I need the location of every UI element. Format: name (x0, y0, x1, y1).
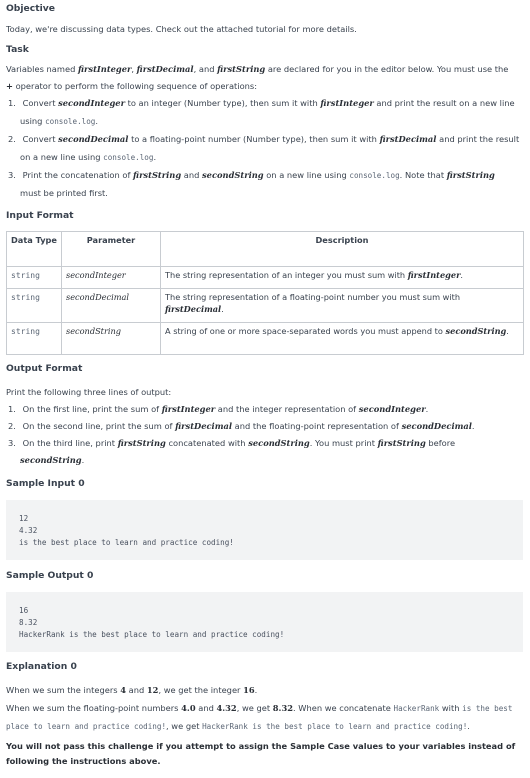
cell-parameter: secondDecimal (61, 288, 161, 323)
cell-type: string (6, 266, 62, 289)
cell-description: The string representation of a floating-… (160, 288, 524, 323)
task-step-3-cont: must be printed first. (20, 188, 108, 198)
task-intro: Variables named firstInteger, firstDecim… (6, 64, 509, 74)
sample-input-heading: Sample Input 0 (6, 478, 85, 489)
output-item-1: 1. On the first line, print the sum of f… (8, 404, 429, 414)
task-step-2: 2. Convert secondDecimal to a floating-p… (8, 134, 520, 144)
task-intro-line2: + operator to perform the following sequ… (6, 81, 258, 91)
sample-input-line: 12 (19, 514, 29, 523)
sample-output-block: 16 8.32 HackerRank is the best place to … (6, 592, 523, 652)
input-format-heading: Input Format (6, 210, 74, 221)
sample-input-line: is the best place to learn and practice … (19, 538, 234, 547)
sample-output-line: 16 (19, 606, 29, 615)
sample-input-block: 12 4.32 is the best place to learn and p… (6, 500, 523, 560)
output-item-3-cont: secondString. (20, 455, 85, 465)
sample-input-line: 4.32 (19, 526, 38, 535)
explanation-line-2: When we sum the floating-point numbers 4… (6, 703, 513, 713)
table-row: string secondDecimal The string represen… (6, 288, 524, 323)
cell-description: The string representation of an integer … (160, 266, 524, 289)
cell-parameter: secondInteger (61, 266, 161, 289)
cell-type: string (6, 288, 62, 323)
objective-text: Today, we're discussing data types. Chec… (6, 24, 357, 34)
warning-note: You will not pass this challenge if you … (6, 741, 516, 766)
task-step-2-cont: on a new line using console.log. (20, 152, 157, 162)
cell-description: A string of one or more space-separated … (160, 322, 524, 355)
output-format-intro: Print the following three lines of outpu… (6, 387, 172, 397)
sample-output-line: 8.32 (19, 618, 38, 627)
table-row: string secondInteger The string represen… (6, 266, 524, 289)
explanation-heading: Explanation 0 (6, 661, 77, 672)
explanation-line-3: place to learn and practice coding!, we … (6, 721, 470, 731)
parameters-table: Data Type Parameter Description string s… (6, 231, 524, 355)
problem-statement: Objective Today, we're discussing data t… (0, 0, 530, 778)
task-step-3: 3. Print the concatenation of firstStrin… (8, 170, 495, 180)
task-step-1: 1. Convert secondInteger to an integer (… (8, 98, 515, 108)
table-header-row: Data Type Parameter Description (6, 231, 524, 267)
explanation-line-1: When we sum the integers 4 and 12, we ge… (6, 685, 258, 695)
column-header-data-type: Data Type (6, 231, 62, 267)
task-step-1-cont: using console.log. (20, 116, 98, 126)
sample-output-heading: Sample Output 0 (6, 570, 94, 581)
table-row: string secondString A string of one or m… (6, 322, 524, 355)
output-format-heading: Output Format (6, 363, 83, 374)
cell-type: string (6, 322, 62, 355)
output-item-3: 3. On the third line, print firstString … (8, 438, 456, 448)
task-heading: Task (6, 44, 29, 55)
objective-heading: Objective (6, 3, 55, 14)
sample-output-line: HackerRank is the best place to learn an… (19, 630, 285, 639)
output-item-2: 2. On the second line, print the sum of … (8, 421, 475, 431)
cell-parameter: secondString (61, 322, 161, 355)
column-header-description: Description (160, 231, 524, 267)
column-header-parameter: Parameter (61, 231, 161, 267)
